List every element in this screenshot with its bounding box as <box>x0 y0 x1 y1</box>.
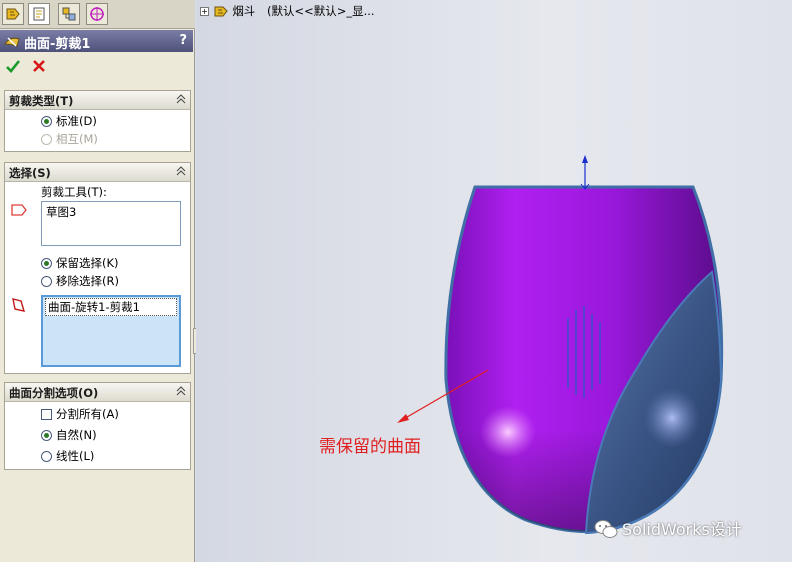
radio-standard-label: 标准(D) <box>56 114 97 128</box>
part-icon <box>214 6 228 17</box>
selection-header[interactable]: 选择(S) <box>5 163 190 182</box>
tab-feature-manager[interactable] <box>2 3 24 25</box>
manager-tabs <box>0 0 195 29</box>
radio-natural-dot[interactable] <box>41 430 52 441</box>
property-manager-icon <box>33 7 45 21</box>
feature-title: 曲面-剪裁1 <box>24 37 91 52</box>
trim-type-group: 剪裁类型(T) 标准(D) 相互(M) <box>4 90 191 152</box>
radio-linear[interactable]: 线性(L) <box>41 448 94 464</box>
trim-tool-label: 剪裁工具(T): <box>41 185 107 199</box>
radio-remove-selections[interactable]: 移除选择(R) <box>41 273 119 289</box>
radio-standard-dot[interactable] <box>41 116 52 127</box>
feature-title-bar: 曲面-剪裁1 ? <box>0 30 193 52</box>
graphics-area[interactable]: 需保留的曲面 SolidWorks设计 <box>196 0 792 562</box>
ok-cancel-row <box>0 56 193 78</box>
chevron-up-icon[interactable] <box>176 386 186 396</box>
watermark-text: SolidWorks设计 <box>622 520 742 539</box>
radio-linear-dot[interactable] <box>41 451 52 462</box>
split-all-label: 分割所有(A) <box>56 407 119 421</box>
radio-natural[interactable]: 自然(N) <box>41 427 97 443</box>
axis-arrow-icon <box>582 155 588 163</box>
tab-property-manager[interactable] <box>28 3 50 25</box>
feature-tree-flyout: + 烟斗 (默认<<默认>_显... <box>200 3 375 19</box>
wechat-icon <box>594 520 618 538</box>
radio-remove-label: 移除选择(R) <box>56 274 119 288</box>
surface-split-header[interactable]: 曲面分割选项(O) <box>5 383 190 402</box>
chevron-up-icon[interactable] <box>176 94 186 104</box>
feature-manager-icon <box>6 8 20 20</box>
tab-dimxpert[interactable] <box>86 3 108 25</box>
trim-tool-list[interactable]: 草图3 <box>41 201 181 246</box>
pieces-to-keep-list[interactable]: 曲面-旋转1-剪裁1 <box>41 295 181 367</box>
tab-configuration-manager[interactable] <box>58 3 80 25</box>
chevron-up-icon[interactable] <box>176 166 186 176</box>
trim-tool-item[interactable]: 草图3 <box>46 204 76 220</box>
surface-split-group: 曲面分割选项(O) 分割所有(A) 自然(N) 线性(L) <box>4 382 191 470</box>
part-config: (默认<<默认>_显... <box>266 4 375 18</box>
radio-natural-label: 自然(N) <box>56 428 97 442</box>
selection-group: 选择(S) 剪裁工具(T): 草图3 保留选择(K) 移除选择(R) 曲面-旋转… <box>4 162 191 374</box>
radio-linear-label: 线性(L) <box>56 449 95 463</box>
cancel-icon[interactable] <box>31 58 47 74</box>
radio-standard[interactable]: 标准(D) <box>41 113 97 129</box>
radio-mutual-dot[interactable] <box>41 134 52 145</box>
sketch-profile-icon <box>11 204 27 216</box>
trim-type-header[interactable]: 剪裁类型(T) <box>5 91 190 110</box>
radio-keep-label: 保留选择(K) <box>56 256 119 270</box>
radio-mutual[interactable]: 相互(M) <box>41 131 98 147</box>
checkbox-split-all[interactable]: 分割所有(A) <box>41 406 119 422</box>
selection-title: 选择(S) <box>9 166 51 180</box>
ok-icon[interactable] <box>5 58 21 74</box>
pieces-list-item[interactable]: 曲面-旋转1-剪裁1 <box>45 298 177 316</box>
property-manager: 曲面-剪裁1 ? 剪裁类型(T) 标准(D) 相互(M) 选择(S) 剪裁工具(… <box>0 0 195 562</box>
expand-icon[interactable]: + <box>200 7 209 16</box>
trim-type-title: 剪裁类型(T) <box>9 94 74 108</box>
dimxpert-icon <box>90 7 104 21</box>
help-button[interactable]: ? <box>179 33 187 48</box>
split-all-box[interactable] <box>41 409 52 420</box>
part-name[interactable]: 烟斗 <box>232 4 255 18</box>
radio-remove-dot[interactable] <box>41 276 52 287</box>
configuration-manager-icon <box>62 7 76 21</box>
annotation-text: 需保留的曲面 <box>319 437 421 457</box>
surface-pieces-icon <box>12 298 26 312</box>
model-view <box>397 155 724 535</box>
surface-split-title: 曲面分割选项(O) <box>9 386 99 400</box>
watermark: SolidWorks设计 <box>594 516 742 540</box>
annotation-arrowhead-icon <box>397 414 409 423</box>
trim-surface-icon <box>4 37 20 47</box>
radio-keep-dot[interactable] <box>41 258 52 269</box>
radio-keep-selections[interactable]: 保留选择(K) <box>41 255 119 271</box>
radio-mutual-label: 相互(M) <box>56 132 98 146</box>
